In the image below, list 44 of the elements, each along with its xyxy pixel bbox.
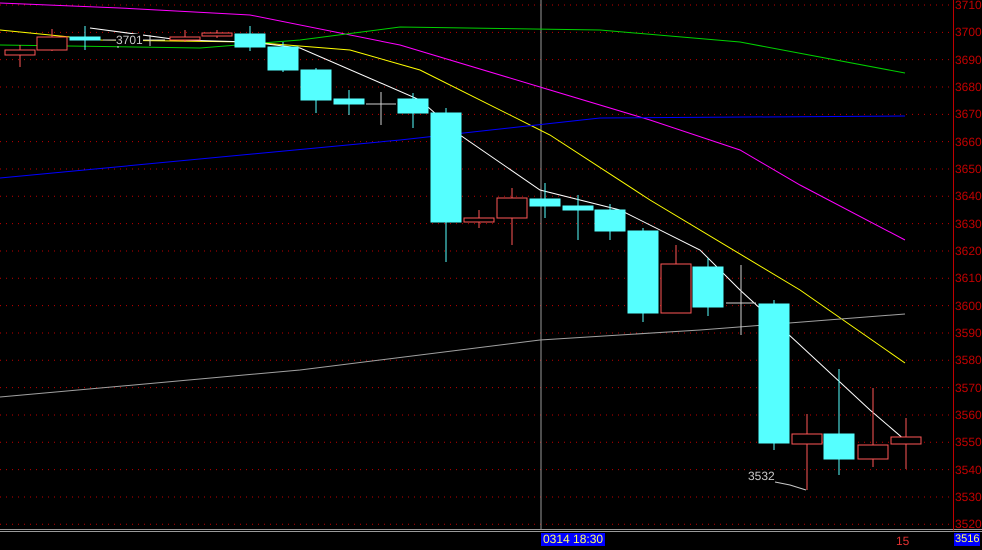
price-axis-label: 3570 bbox=[955, 382, 982, 394]
candlestick bbox=[660, 244, 692, 314]
candlestick bbox=[594, 204, 626, 240]
crosshair-price-label: 3516 bbox=[954, 533, 980, 546]
candlestick bbox=[890, 418, 922, 470]
price-axis-label: 3580 bbox=[955, 354, 982, 366]
candlestick bbox=[562, 194, 594, 240]
candlestick bbox=[726, 264, 756, 336]
candlestick bbox=[36, 28, 68, 52]
price-axis-label: 3600 bbox=[955, 300, 982, 312]
price-axis-label: 3520 bbox=[955, 518, 982, 530]
candlestick bbox=[234, 26, 266, 52]
candlestick bbox=[398, 92, 428, 128]
price-axis-label: 3670 bbox=[955, 108, 982, 120]
price-axis-label: 3630 bbox=[955, 218, 982, 230]
candlestick bbox=[4, 44, 36, 68]
price-axis-label: 3690 bbox=[955, 54, 982, 66]
candlestick bbox=[300, 68, 332, 114]
price-axis-label: 3680 bbox=[955, 80, 982, 93]
price-axis-label: 3660 bbox=[955, 136, 982, 148]
candlestick bbox=[366, 92, 396, 126]
price-axis-label: 3710 bbox=[955, 0, 982, 11]
price-axis-label: 3550 bbox=[955, 436, 982, 448]
candlestick bbox=[334, 90, 364, 116]
candlestick bbox=[268, 42, 298, 72]
price-axis-label: 3530 bbox=[955, 490, 982, 503]
price-axis-label: 3620 bbox=[955, 244, 982, 257]
price-axis-label: 3650 bbox=[955, 162, 982, 175]
candlestick bbox=[70, 26, 100, 50]
candlestick bbox=[496, 188, 528, 246]
price-axis-label: 3640 bbox=[955, 190, 982, 202]
candlestick bbox=[530, 182, 560, 218]
crosshair-time-label: 0314 18:30 bbox=[541, 533, 606, 546]
candlestick bbox=[692, 258, 724, 316]
candlestick bbox=[464, 210, 494, 228]
leader-line bbox=[774, 482, 806, 490]
price-axis-label: 3700 bbox=[955, 26, 982, 38]
price-annotation: 3532 bbox=[748, 470, 775, 482]
bar-count-label: 15 bbox=[896, 535, 910, 548]
price-axis-label: 3610 bbox=[955, 272, 982, 284]
price-annotation: 3701 bbox=[116, 34, 143, 46]
price-axis-label: 3540 bbox=[955, 464, 982, 476]
price-axis-label: 3590 bbox=[955, 326, 982, 339]
price-axis-label: 3560 bbox=[955, 408, 982, 421]
